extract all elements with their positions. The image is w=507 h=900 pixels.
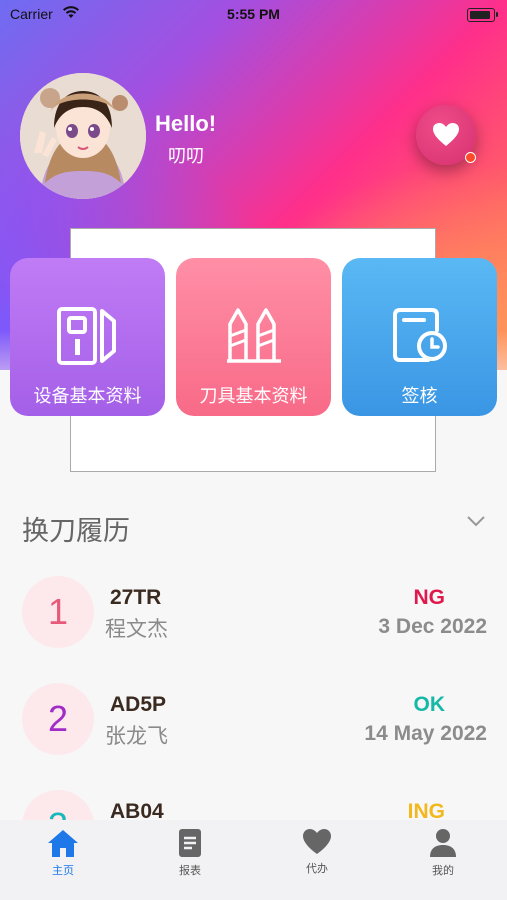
history-row[interactable]: 2 AD5P 张龙飞 OK 14 May 2022: [0, 683, 507, 783]
tab-todo[interactable]: 代办: [272, 828, 362, 876]
history-row[interactable]: 1 27TR 程文杰 NG 3 Dec 2022: [0, 576, 507, 676]
tab-home[interactable]: 主页: [18, 828, 108, 878]
row-status: ING: [407, 800, 445, 820]
tab-label: 我的: [432, 865, 454, 877]
row-person-name: 张龙飞: [105, 725, 168, 748]
row-code: AD5P: [110, 693, 167, 716]
row-index-badge: 1: [22, 576, 94, 648]
row-date: 3 Dec 2022: [378, 615, 487, 638]
row-code: 27TR: [110, 586, 162, 609]
row-code: AB04: [110, 800, 164, 820]
tab-mine[interactable]: 我的: [398, 828, 488, 878]
tab-report[interactable]: 报表: [145, 828, 235, 878]
row-status: NG: [413, 586, 446, 609]
history-list: 1 27TR 程文杰 NG 3 Dec 2022 2 AD5P 张龙飞 OK 14 May 202…: [0, 0, 507, 820]
row-index-badge: 3: [22, 790, 94, 820]
tab-label: 主页: [52, 865, 74, 877]
row-index-badge: 2: [22, 683, 94, 755]
row-status: OK: [413, 693, 446, 716]
row-date: 14 May 2022: [364, 722, 487, 745]
tab-label: 报表: [179, 865, 201, 877]
heart-icon: [303, 829, 331, 854]
home-icon: [48, 830, 78, 857]
report-icon: [179, 829, 201, 857]
history-row[interactable]: 3 AB04 ING: [0, 790, 507, 820]
user-icon: [430, 829, 456, 857]
tab-label: 代办: [306, 863, 328, 875]
row-person-name: 程文杰: [105, 618, 168, 641]
